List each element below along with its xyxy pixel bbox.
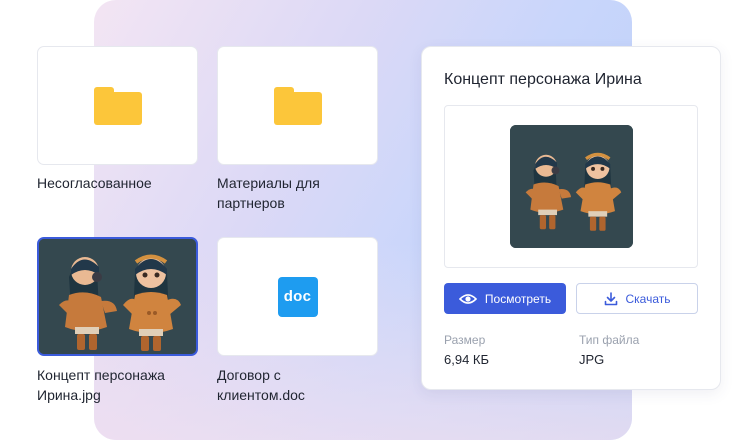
file-name: Материалы для партнеров [217, 175, 320, 211]
file-tile-doc[interactable]: doc [217, 237, 378, 356]
file-type-label: Тип файла [579, 333, 640, 347]
size-label: Размер [444, 333, 486, 347]
download-button-label: Скачать [625, 291, 671, 306]
view-button[interactable]: Посмотреть [444, 283, 566, 314]
file-name: Концепт персонажа Ирина.jpg [37, 367, 165, 403]
file-name: Несогласованное [37, 175, 152, 191]
folder-icon [93, 86, 142, 125]
file-type-value: JPG [579, 352, 605, 367]
file-details-panel: Концепт персонажа Ирина Посмотреть Скача… [421, 46, 721, 390]
character-image-preview [509, 125, 633, 248]
size-value: 6,94 КБ [444, 352, 490, 367]
image-preview [444, 105, 698, 268]
download-button[interactable]: Скачать [576, 283, 698, 314]
file-tile-folder-1[interactable] [37, 46, 198, 165]
file-tile-folder-2[interactable] [217, 46, 378, 165]
download-icon [604, 291, 617, 305]
view-button-label: Посмотреть [484, 291, 552, 306]
panel-title: Концепт персонажа Ирина [444, 71, 642, 88]
file-name: Договор с клиентом.doc [217, 367, 305, 403]
character-image-thumbnail [39, 239, 196, 354]
doc-icon: doc [277, 276, 318, 317]
file-tile-image-selected[interactable] [37, 237, 198, 356]
folder-icon [273, 86, 322, 125]
eye-icon [458, 293, 477, 304]
